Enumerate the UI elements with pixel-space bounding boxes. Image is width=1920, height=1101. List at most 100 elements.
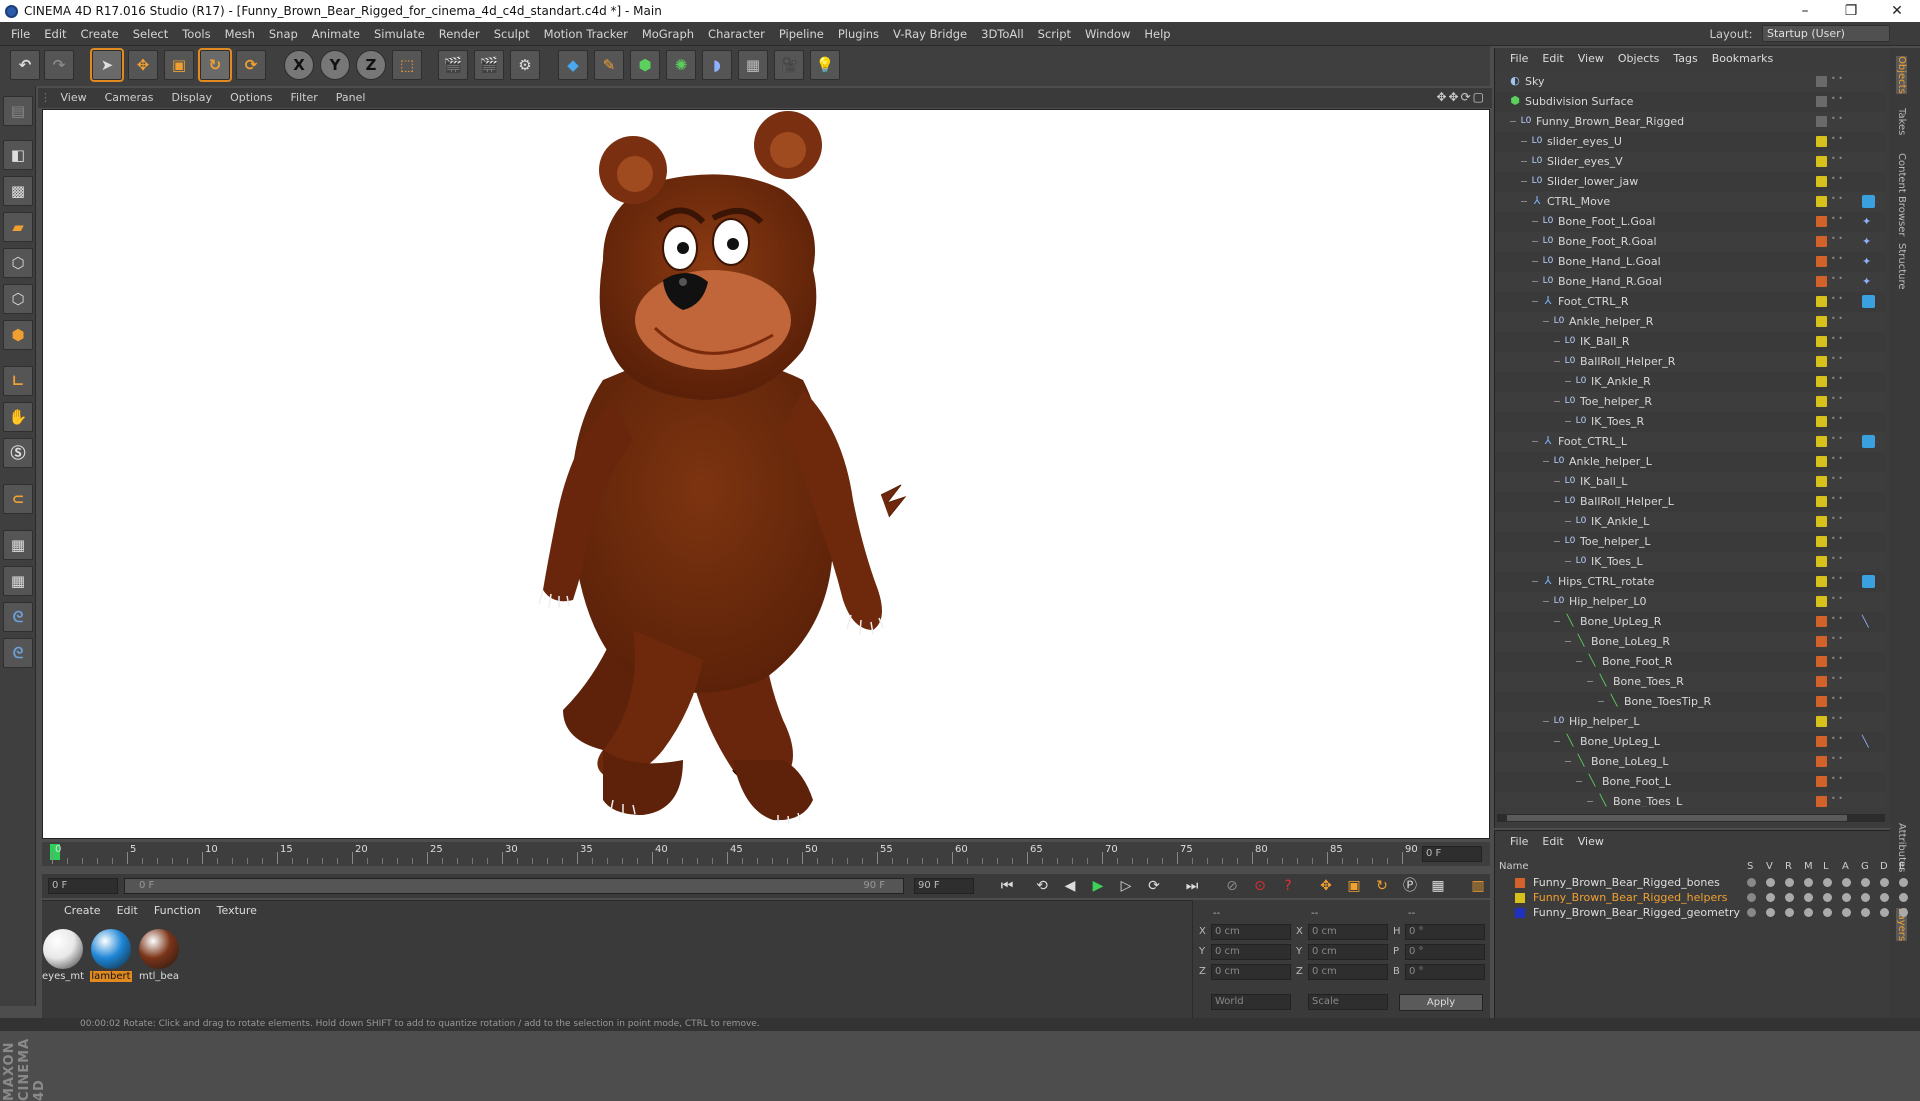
layer-toggle-icon[interactable] <box>1804 893 1813 902</box>
layer-toggle-icon[interactable] <box>1766 893 1775 902</box>
layer-color-tag[interactable] <box>1816 496 1827 507</box>
menu-tools[interactable]: Tools <box>175 22 217 46</box>
points-mode-icon[interactable]: ⬡ <box>3 248 33 278</box>
coord-value-field[interactable]: 0 cm <box>1308 964 1388 980</box>
object-row[interactable]: ⅄ Foot_CTRL_R • • <box>1495 292 1885 312</box>
layer-color-tag[interactable] <box>1816 716 1827 727</box>
layer-color-tag[interactable] <box>1816 96 1827 107</box>
object-row[interactable]: L0 Toe_helper_R • • <box>1495 392 1885 412</box>
object-row[interactable]: L0 Bone_Foot_L.Goal • • ✦ <box>1495 212 1885 232</box>
layer-toggle-icon[interactable] <box>1747 908 1756 917</box>
menu-simulate[interactable]: Simulate <box>367 22 432 46</box>
viewport-menu-display[interactable]: Display <box>163 88 222 108</box>
ik-chain-tag-icon[interactable]: ╲ <box>1862 615 1875 628</box>
ik-tag-icon[interactable] <box>1862 295 1875 308</box>
layer-toggle-icon[interactable] <box>1861 893 1870 902</box>
apply-button[interactable]: Apply <box>1399 994 1483 1011</box>
object-row[interactable]: ╲ Bone_Foot_R • • <box>1495 652 1885 672</box>
menu-sculpt[interactable]: Sculpt <box>487 22 537 46</box>
visibility-dots-icon[interactable]: • • <box>1831 495 1843 508</box>
render-view-icon[interactable]: 🎬 <box>438 50 468 80</box>
go-to-end-icon[interactable]: ⏭ <box>1180 874 1204 898</box>
layer-color-tag[interactable] <box>1816 376 1827 387</box>
visibility-dots-icon[interactable]: • • <box>1831 135 1843 148</box>
visibility-dots-icon[interactable]: • • <box>1831 655 1843 668</box>
viewport-menu-options[interactable]: Options <box>221 88 281 108</box>
object-row[interactable]: L0 Toe_helper_L • • <box>1495 532 1885 552</box>
layer-row[interactable]: Funny_Brown_Bear_Rigged_geometry <box>1495 905 1908 921</box>
ik-chain-tag-icon[interactable]: ╲ <box>1862 735 1875 748</box>
start-frame-field[interactable]: 0 F <box>48 878 118 894</box>
object-row[interactable]: ╲ Bone_UpLeg_R • • ╲ <box>1495 612 1885 632</box>
object-row[interactable]: L0 IK_Ankle_L • • <box>1495 512 1885 532</box>
layer-color-tag[interactable] <box>1816 176 1827 187</box>
layer-toggle-icon[interactable] <box>1823 908 1832 917</box>
layer-toggle-icon[interactable] <box>1804 908 1813 917</box>
floor-icon[interactable]: ▦ <box>738 50 768 80</box>
layer-color-swatch[interactable] <box>1515 893 1525 903</box>
coord-value-field[interactable]: 0 cm <box>1211 964 1291 980</box>
object-menu-bookmarks[interactable]: Bookmarks <box>1705 48 1780 70</box>
visibility-dots-icon[interactable]: • • <box>1831 195 1843 208</box>
layer-color-tag[interactable] <box>1816 516 1827 527</box>
minimize-button[interactable]: – <box>1782 0 1828 22</box>
visibility-dots-icon[interactable]: • • <box>1831 755 1843 768</box>
polygons-mode-icon[interactable]: ⬢ <box>3 320 33 350</box>
visibility-dots-icon[interactable]: • • <box>1831 795 1843 807</box>
visibility-dots-icon[interactable]: • • <box>1831 635 1843 648</box>
coord-value-field[interactable]: 0 ° <box>1405 924 1485 940</box>
key-rotation-icon[interactable]: ↻ <box>1370 874 1394 898</box>
model-mode-icon[interactable]: ◧ <box>3 140 33 170</box>
layer-toggle-icon[interactable] <box>1899 908 1908 917</box>
menu-window[interactable]: Window <box>1078 22 1137 46</box>
object-row[interactable]: L0 BallRoll_Helper_R • • <box>1495 352 1885 372</box>
layer-color-tag[interactable] <box>1816 356 1827 367</box>
viewport-menu-filter[interactable]: Filter <box>282 88 327 108</box>
layer-color-tag[interactable] <box>1816 456 1827 467</box>
layer-menu-file[interactable]: File <box>1503 831 1535 853</box>
layer-color-tag[interactable] <box>1816 296 1827 307</box>
layer-toggle-icon[interactable] <box>1880 893 1889 902</box>
select-arrow-icon[interactable]: ➤ <box>90 48 124 82</box>
visibility-dots-icon[interactable]: • • <box>1831 475 1843 488</box>
layer-color-tag[interactable] <box>1816 316 1827 327</box>
layer-color-tag[interactable] <box>1816 796 1827 807</box>
layer-color-tag[interactable] <box>1816 756 1827 767</box>
object-row[interactable]: ╲ Bone_LoLeg_L • • <box>1495 752 1885 772</box>
layer-color-swatch[interactable] <box>1515 878 1525 888</box>
menu-snap[interactable]: Snap <box>262 22 305 46</box>
object-row[interactable]: L0 Bone_Hand_R.Goal • • ✦ <box>1495 272 1885 292</box>
object-row[interactable]: ╲ Bone_Toes_R • • <box>1495 672 1885 692</box>
object-row[interactable]: ╲ Bone_UpLeg_L • • ╲ <box>1495 732 1885 752</box>
material-menu-edit[interactable]: Edit <box>109 901 146 921</box>
menu-character[interactable]: Character <box>701 22 772 46</box>
layer-color-tag[interactable] <box>1816 676 1827 687</box>
menu-plugins[interactable]: Plugins <box>831 22 886 46</box>
close-button[interactable]: ✕ <box>1874 0 1920 22</box>
material-swatch[interactable]: lambert <box>90 929 132 982</box>
recent-tool-icon[interactable]: ⟳ <box>236 50 266 80</box>
camera-icon[interactable]: 🎥 <box>774 50 804 80</box>
render-settings-icon[interactable]: ⚙ <box>510 50 540 80</box>
layer-toggle-icon[interactable] <box>1804 878 1813 887</box>
layer-color-tag[interactable] <box>1816 116 1827 127</box>
rotate-icon[interactable]: ↻ <box>198 48 232 82</box>
visibility-dots-icon[interactable]: • • <box>1831 315 1843 328</box>
layer-color-tag[interactable] <box>1816 576 1827 587</box>
menu-mograph[interactable]: MoGraph <box>635 22 701 46</box>
object-row[interactable]: L0 Hip_helper_L0 • • <box>1495 592 1885 612</box>
x-axis-button[interactable]: X <box>284 50 314 80</box>
menu-help[interactable]: Help <box>1137 22 1177 46</box>
layer-row[interactable]: Funny_Brown_Bear_Rigged_helpers <box>1495 890 1908 906</box>
object-row[interactable]: ⅄ CTRL_Move • • <box>1495 192 1885 212</box>
cloner-icon[interactable]: ✺ <box>666 50 696 80</box>
layer-color-tag[interactable] <box>1816 156 1827 167</box>
visibility-dots-icon[interactable]: • • <box>1831 175 1843 188</box>
object-row[interactable]: L0 IK_ball_L • • <box>1495 472 1885 492</box>
goal-tag-icon[interactable]: ✦ <box>1862 275 1875 288</box>
material-menu-function[interactable]: Function <box>146 901 209 921</box>
layer-color-tag[interactable] <box>1816 256 1827 267</box>
visibility-dots-icon[interactable]: • • <box>1831 375 1843 388</box>
visibility-dots-icon[interactable]: • • <box>1831 435 1843 448</box>
light-icon[interactable]: 💡 <box>810 50 840 80</box>
